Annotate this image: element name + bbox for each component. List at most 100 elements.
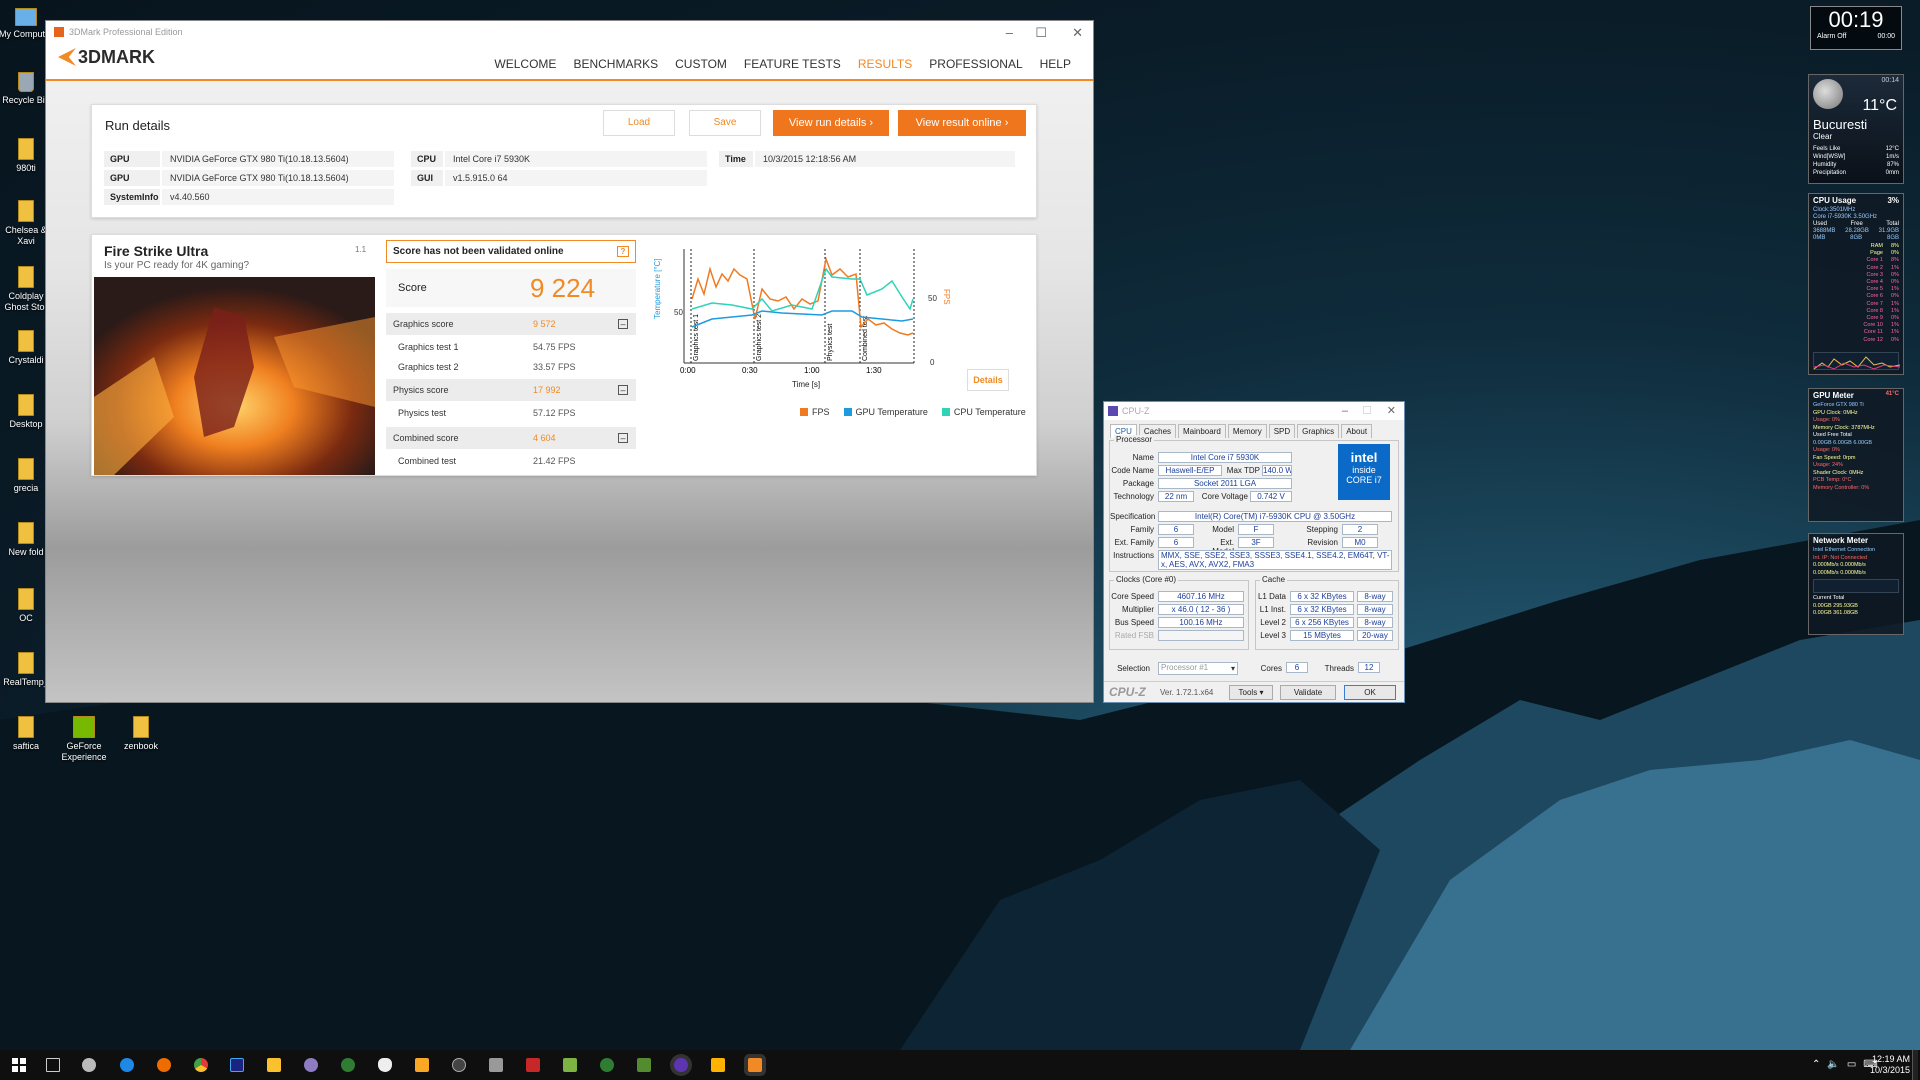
cores-value: 6	[1286, 662, 1308, 673]
cpu-temperature-series-line	[691, 267, 914, 312]
firefox-icon[interactable]	[157, 1058, 171, 1072]
app-icon[interactable]	[415, 1058, 429, 1072]
chart-xtick: 0:30	[742, 366, 758, 375]
chrome-icon[interactable]	[194, 1058, 208, 1072]
validate-button[interactable]: Validate	[1280, 685, 1336, 700]
l1-inst-ways: 8-way	[1357, 604, 1393, 615]
utorrent-icon[interactable]	[341, 1058, 355, 1072]
cpu-row: CPU Intel Core i7 5930K	[411, 151, 707, 167]
chart-xtick: 1:30	[866, 366, 882, 375]
nav-welcome[interactable]: WELCOME	[494, 57, 556, 71]
ok-button[interactable]: OK	[1344, 685, 1396, 700]
chevron-up-icon[interactable]: ⌃	[1812, 1059, 1820, 1070]
windows-start-icon[interactable]	[12, 1058, 26, 1072]
app-icon[interactable]	[82, 1058, 96, 1072]
minimize-icon[interactable]: –	[1006, 25, 1013, 40]
weather-city: Bucuresti	[1813, 117, 1868, 132]
tab-spd[interactable]: SPD	[1268, 424, 1296, 438]
name-label: Name	[1132, 453, 1154, 462]
chart-xtick: 1:00	[804, 366, 820, 375]
app-icon[interactable]	[489, 1058, 503, 1072]
photoshop-icon[interactable]	[230, 1058, 244, 1072]
run-details-panel: Run details Load Save View run details ›…	[91, 104, 1037, 218]
cpu-core-list: RAM 8% Page 0% Core 1 8% Core 2 1% Core 3 0% Core …	[1809, 242, 1903, 345]
cpu-core-value: 0%	[1891, 293, 1899, 300]
folder-icon	[18, 716, 34, 738]
cpu-core-row: Core 5 1%	[1813, 286, 1899, 293]
desktop-icon-folder[interactable]: zenbook	[111, 716, 171, 752]
chevron-right-icon: ›	[869, 117, 874, 129]
cpuz-taskbar-icon[interactable]	[674, 1058, 688, 1072]
tab-mainboard[interactable]: Mainboard	[1178, 424, 1226, 438]
volume-icon[interactable]: 🔈	[1827, 1059, 1839, 1070]
code-name-value: Haswell-E/EP	[1158, 465, 1222, 476]
family-value: 6	[1158, 524, 1194, 535]
chart-xlabel: Time [s]	[792, 380, 821, 389]
cpuz-titlebar: CPU-Z – ☐ ✕	[1104, 402, 1404, 420]
clock-time: 00:19	[1828, 7, 1884, 32]
tab-graphics[interactable]: Graphics	[1297, 424, 1340, 438]
edge-browser-icon[interactable]	[120, 1058, 134, 1072]
ext-family-value: 6	[1158, 537, 1194, 548]
level-3-value: 15 MBytes	[1290, 630, 1354, 641]
minimize-icon[interactable]: –	[1342, 402, 1348, 420]
help-icon[interactable]: ?	[617, 246, 629, 257]
nav-feature-tests[interactable]: FEATURE TESTS	[744, 57, 841, 71]
app-icon[interactable]	[452, 1058, 466, 1072]
collapse-icon[interactable]: –	[618, 319, 628, 329]
nav-custom[interactable]: CUSTOM	[675, 57, 727, 71]
cache-group-label: Cache	[1260, 575, 1288, 584]
window-title: 3DMark Professional Edition	[69, 27, 183, 37]
taskbar-time: 12:19 AM	[1871, 1054, 1910, 1064]
nav-results[interactable]: RESULTS	[858, 57, 912, 71]
bus-speed-label: Bus Speed	[1114, 618, 1154, 627]
maximize-icon[interactable]: ☐	[1362, 402, 1372, 420]
tab-memory[interactable]: Memory	[1227, 424, 1267, 438]
nav-professional[interactable]: PROFESSIONAL	[929, 57, 1022, 71]
details-button[interactable]: Details	[967, 369, 1009, 391]
3dmark-taskbar-icon[interactable]	[748, 1058, 762, 1072]
multiplier-value: x 46.0 ( 12 - 36 )	[1158, 604, 1244, 615]
app-icon[interactable]	[304, 1058, 318, 1072]
network-icon[interactable]: ▭	[1847, 1059, 1856, 1070]
instructions-value: MMX, SSE, SSE2, SSE3, SSSE3, SSE4.1, SSE…	[1158, 550, 1392, 570]
app-icon[interactable]	[600, 1058, 614, 1072]
gpu-temp: 41°C	[1885, 391, 1899, 397]
collapse-icon[interactable]: –	[618, 385, 628, 395]
cpu-core-value: 0%	[1891, 279, 1899, 286]
core-speed-label: Core Speed	[1111, 592, 1154, 601]
task-view-icon[interactable]	[46, 1058, 60, 1072]
weather-time: 00:14	[1881, 77, 1899, 84]
cpu-core-row: Core 2 1%	[1813, 265, 1899, 272]
tab-about[interactable]: About	[1341, 424, 1373, 438]
nav-benchmarks[interactable]: BENCHMARKS	[573, 57, 658, 71]
app-icon[interactable]	[563, 1058, 577, 1072]
taskbar-clock[interactable]: 12:19 AM 10/3/2015	[1870, 1054, 1910, 1076]
app-icon[interactable]	[711, 1058, 725, 1072]
level-2-ways: 8-way	[1357, 617, 1393, 628]
app-icon[interactable]	[378, 1058, 392, 1072]
show-desktop-button[interactable]	[1912, 1050, 1918, 1080]
cpu-usage-gadget: CPU Usage 3% Clock:3501MHz Core i7-5930K …	[1808, 193, 1904, 375]
view-run-details-button[interactable]: View run details ›	[773, 110, 889, 136]
load-button[interactable]: Load	[603, 110, 675, 136]
maximize-icon[interactable]: ☐	[1035, 25, 1047, 41]
selection-select[interactable]: Processor #1 ▾	[1158, 662, 1238, 675]
tools-button[interactable]: Tools ▾	[1229, 685, 1273, 700]
gpu-meter-title: GPU Meter	[1813, 391, 1854, 400]
desktop-icon-geforce-experience[interactable]: GeForce Experience	[54, 716, 114, 763]
save-button[interactable]: Save	[689, 110, 761, 136]
collapse-icon[interactable]: –	[618, 433, 628, 443]
nav-help[interactable]: HELP	[1040, 57, 1071, 71]
package-label: Package	[1122, 479, 1154, 488]
app-icon[interactable]	[637, 1058, 651, 1072]
close-icon[interactable]: ✕	[1387, 402, 1396, 420]
folder-icon	[18, 200, 34, 222]
app-icon[interactable]	[526, 1058, 540, 1072]
close-icon[interactable]: ✕	[1072, 25, 1083, 41]
benchmark-tagline: Is your PC ready for 4K gaming?	[104, 260, 250, 271]
view-result-online-button[interactable]: View result online ›	[898, 110, 1026, 136]
cpuz-app-icon	[1108, 406, 1118, 416]
file-explorer-icon[interactable]	[267, 1058, 281, 1072]
desktop-icon-folder[interactable]: saftica	[0, 716, 56, 752]
